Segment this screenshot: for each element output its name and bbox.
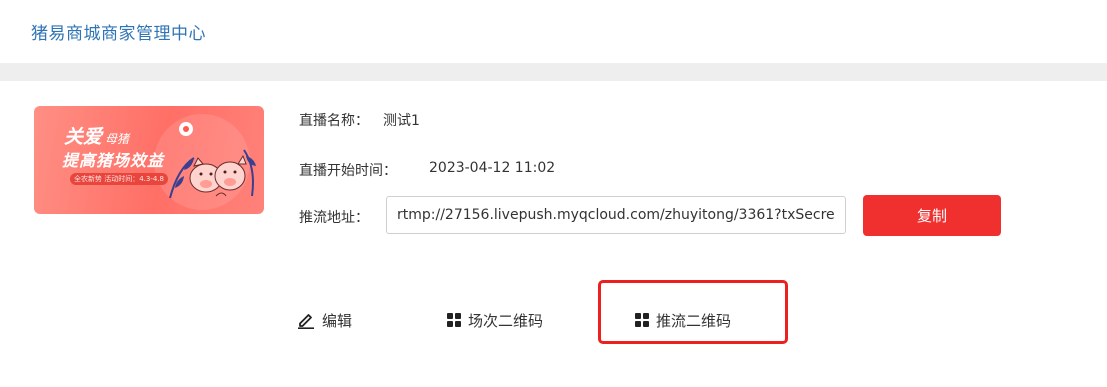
stream-qr-label: 场次二维码: [468, 311, 544, 330]
stream-qr-button[interactable]: 场次二维码: [447, 309, 543, 331]
live-name-value: 测试1: [383, 113, 420, 129]
pencil-icon: [297, 311, 315, 329]
push-qr-label: 推流二维码: [656, 311, 732, 330]
push-url-label: 推流地址：: [299, 210, 369, 226]
banner-headline-main: 关爱: [64, 126, 103, 148]
push-url-field[interactable]: [386, 196, 846, 234]
header: 猪易商城商家管理中心: [0, 0, 1107, 64]
edit-button[interactable]: 编辑: [297, 309, 352, 331]
header-separator: [0, 64, 1107, 81]
live-cover-image: 关爱 母猪 提高猪场效益 全农新势 活动时间：4.3-4.8: [34, 106, 264, 214]
live-name-label: 直播名称：: [299, 113, 369, 129]
push-qr-button[interactable]: 推流二维码: [635, 309, 731, 331]
banner-tag: 全农新势 活动时间：4.3-4.8: [70, 173, 169, 185]
pig-illustration-icon: [169, 149, 256, 199]
edit-label: 编辑: [322, 311, 353, 330]
banner-headline: 关爱 母猪: [64, 122, 129, 149]
banner-subheadline: 提高猪场效益: [62, 151, 165, 170]
qr-code-icon: [635, 313, 649, 327]
start-time-value: 2023-04-12 11:02: [429, 160, 556, 176]
banner-headline-small: 母猪: [105, 132, 130, 146]
start-time-label: 直播开始时间：: [299, 163, 397, 179]
live-management-page: 猪易商城商家管理中心 关爱 母猪 提高猪场效益 全农新势 活动时间：4.3-4.8: [0, 0, 1107, 387]
copy-button[interactable]: 复制: [863, 195, 1001, 236]
qr-code-icon: [447, 313, 461, 327]
live-detail-panel: 关爱 母猪 提高猪场效益 全农新势 活动时间：4.3-4.8 直播名称： 测试1…: [0, 81, 1107, 387]
app-title: 猪易商城商家管理中心: [31, 24, 206, 44]
